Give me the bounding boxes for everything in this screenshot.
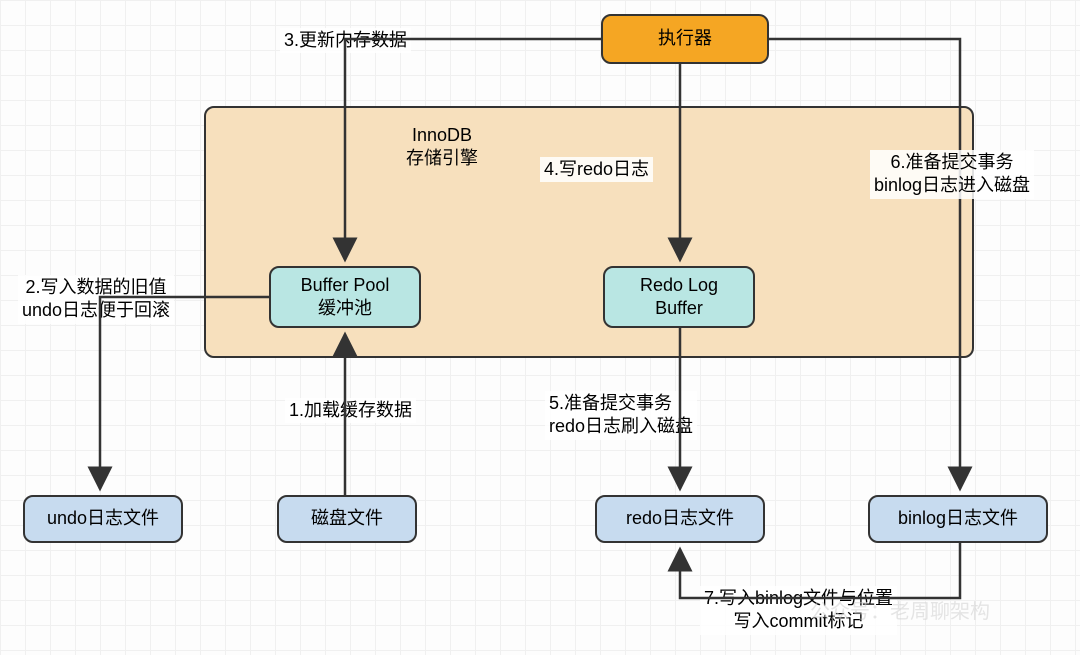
executor-text: 执行器 [658,27,712,50]
innodb-line1: InnoDB [412,125,472,145]
redo-buffer-l2: Buffer [655,297,703,320]
disk-file-box: 磁盘文件 [277,495,417,543]
label-5: 5.准备提交事务 redo日志刷入磁盘 [545,391,697,440]
undo-file-box: undo日志文件 [23,495,183,543]
disk-file-text: 磁盘文件 [311,507,383,530]
binlog-file-box: binlog日志文件 [868,495,1048,543]
executor-box: 执行器 [601,14,769,64]
buffer-pool-l1: Buffer Pool [301,274,390,297]
label-3: 3.更新内存数据 [280,28,411,53]
innodb-line2: 存储引擎 [406,148,478,168]
buffer-pool-l2: 缓冲池 [318,297,372,320]
buffer-pool-box: Buffer Pool 缓冲池 [269,266,421,328]
label-2: 2.写入数据的旧值 undo日志便于回滚 [18,275,174,324]
binlog-file-text: binlog日志文件 [898,507,1018,530]
redo-buffer-box: Redo Log Buffer [603,266,755,328]
label-1: 1.加载缓存数据 [285,398,416,423]
label-6: 6.准备提交事务 binlog日志进入磁盘 [870,150,1034,199]
undo-file-text: undo日志文件 [47,507,159,530]
watermark: 公众号：老周聊架构 [810,595,990,624]
redo-file-text: redo日志文件 [626,507,734,530]
label-4: 4.写redo日志 [540,157,653,182]
redo-file-box: redo日志文件 [595,495,765,543]
redo-buffer-l1: Redo Log [640,274,718,297]
innodb-label: InnoDB 存储引擎 [400,122,484,173]
